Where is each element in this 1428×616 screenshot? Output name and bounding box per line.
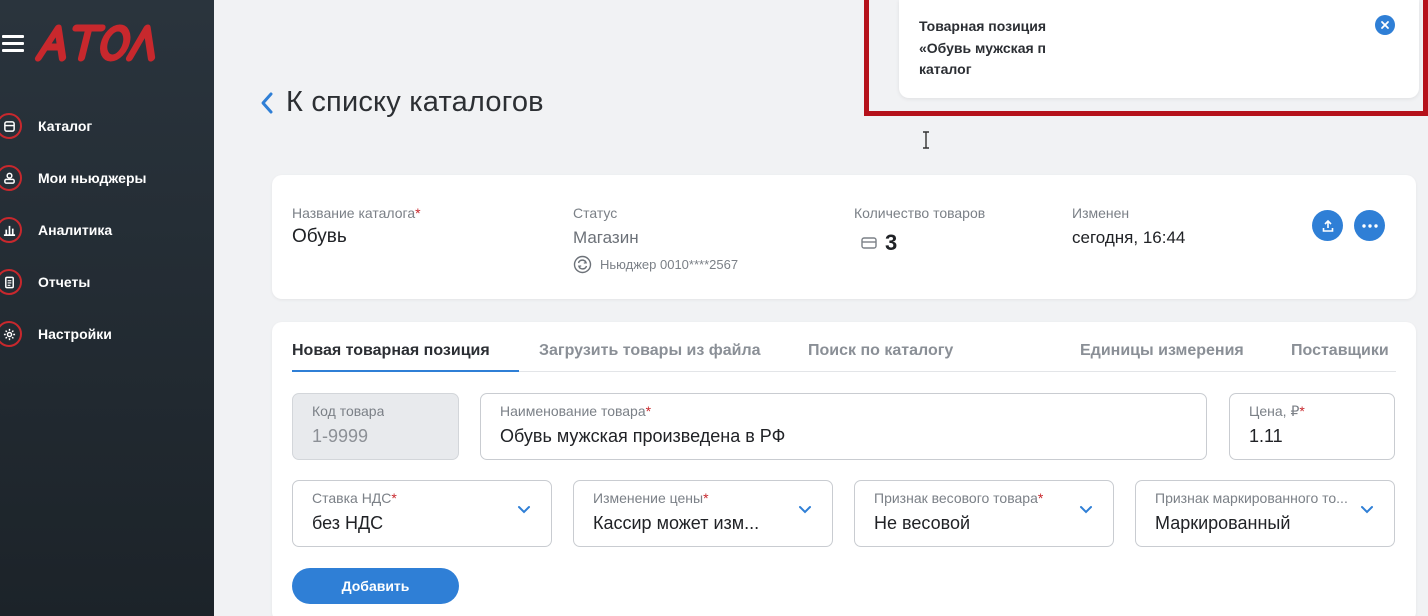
new-item-form-card: Новая товарная позиция Загрузить товары … (272, 322, 1416, 616)
weight-label-text: Признак весового товара (874, 490, 1038, 506)
catalog-summary-card: Название каталога* Обувь Статус Магазин … (272, 175, 1416, 299)
vat-value: без НДС (312, 513, 384, 533)
changed-value: сегодня, 16:44 (1072, 228, 1186, 247)
toast-line: каталог (919, 61, 972, 77)
tab-new-item[interactable]: Новая товарная позиция (292, 342, 490, 360)
chevron-down-icon (799, 506, 811, 514)
atol-logo (34, 24, 156, 62)
device-text: Ньюджер 0010****2567 (600, 257, 739, 272)
tab-suppliers[interactable]: Поставщики (1291, 342, 1389, 360)
status-value: Магазин (573, 228, 639, 247)
product-name-input[interactable]: Наименование товара* Обувь мужская произ… (480, 393, 1207, 460)
chevron-down-icon (518, 506, 530, 514)
catalog-name-value: Обувь (292, 226, 347, 247)
upload-icon (1322, 219, 1333, 232)
weight-select[interactable]: Признак весового товара* Не весовой (854, 480, 1114, 547)
gear-icon (0, 321, 22, 347)
document-icon (0, 269, 22, 295)
required-mark: * (415, 205, 421, 221)
sidebar-nav: Каталог Мои ньюджеры Аналитика Отчеты На… (0, 100, 214, 360)
vat-label: Ставка НДС* (312, 490, 397, 506)
required-mark: * (391, 490, 397, 506)
catalog-name-label-text: Название каталога (292, 205, 416, 221)
required-mark: * (703, 490, 709, 506)
count-row: 3 (860, 230, 897, 256)
sync-icon (573, 255, 592, 274)
price-change-label-text: Изменение цены (593, 490, 704, 506)
sidebar-item-settings[interactable]: Настройки (0, 308, 214, 360)
toast-line: «Обувь мужская п (919, 39, 1046, 56)
weight-label: Признак весового товара* (874, 490, 1043, 506)
toast-close-button[interactable] (1375, 15, 1395, 35)
count-label: Количество товаров (854, 205, 986, 221)
catalog-name-label: Название каталога* (292, 205, 421, 221)
tabs: Новая товарная позиция Загрузить товары … (292, 342, 1396, 372)
changed-label: Изменен (1072, 205, 1130, 221)
export-button[interactable] (1312, 210, 1343, 241)
sidebar-item-label: Настройки (38, 326, 112, 342)
sidebar-item-reports[interactable]: Отчеты (0, 256, 214, 308)
toast-notification: Товарная позиция «Обувь мужская п катало… (899, 0, 1419, 98)
marked-select[interactable]: Признак маркированного то... Маркированн… (1135, 480, 1395, 547)
tab-catalog-search[interactable]: Поиск по каталогу (808, 342, 953, 360)
count-value: 3 (885, 230, 898, 255)
menu-icon[interactable] (2, 35, 24, 53)
text-cursor-icon (923, 131, 929, 149)
add-button[interactable]: Добавить (292, 568, 459, 604)
page-title: К списку каталогов (286, 86, 544, 118)
back-to-catalogs-link[interactable]: К списку каталогов (258, 86, 544, 119)
vat-label-text: Ставка НДС (312, 490, 392, 506)
marked-label: Признак маркированного то... (1155, 490, 1348, 506)
catalog-icon (861, 237, 877, 249)
user-device-icon (0, 165, 22, 191)
product-code-label: Код товара (312, 403, 385, 419)
tab-upload-file[interactable]: Загрузить товары из файла (539, 342, 761, 360)
product-code-field: Код товара 1-9999 (292, 393, 459, 460)
sidebar-item-label: Аналитика (38, 222, 113, 238)
required-mark: * (645, 403, 652, 419)
vat-select[interactable]: Ставка НДС* без НДС (292, 480, 552, 547)
weight-value: Не весовой (874, 513, 971, 533)
sidebar: Каталог Мои ньюджеры Аналитика Отчеты На… (0, 0, 214, 616)
chevron-down-icon (1080, 506, 1092, 514)
marked-value: Маркированный (1155, 513, 1291, 533)
product-code-value: 1-9999 (312, 426, 369, 446)
bar-chart-icon (0, 217, 22, 243)
price-change-select[interactable]: Изменение цены* Кассир может изм... (573, 480, 833, 547)
sidebar-item-label: Каталог (38, 118, 93, 134)
product-name-label: Наименование товара* (500, 403, 651, 419)
chevron-left-icon (261, 92, 273, 113)
price-change-label: Изменение цены* (593, 490, 709, 506)
price-label-text: Цена, ₽ (1249, 403, 1300, 419)
device-info: Ньюджер 0010****2567 (573, 255, 738, 274)
active-tab-indicator (292, 370, 519, 372)
sidebar-item-catalog[interactable]: Каталог (0, 100, 214, 152)
sidebar-item-analytics[interactable]: Аналитика (0, 204, 214, 256)
chevron-down-icon (1361, 506, 1373, 514)
required-mark: * (1037, 490, 1044, 506)
price-value: 1.11 (1249, 426, 1283, 446)
close-icon (1381, 21, 1389, 29)
price-change-value: Кассир может изм... (593, 513, 760, 533)
more-options-button[interactable] (1354, 210, 1385, 241)
catalog-icon (0, 113, 22, 139)
required-mark: * (1299, 403, 1305, 419)
sidebar-item-devices[interactable]: Мои ньюджеры (0, 152, 214, 204)
toast-message: Товарная позиция «Обувь мужская п катало… (919, 16, 1069, 81)
status-label: Статус (573, 205, 618, 221)
more-icon (1361, 223, 1378, 228)
sidebar-item-label: Отчеты (38, 274, 91, 290)
tab-units[interactable]: Единицы измерения (1080, 342, 1244, 360)
toast-line: Товарная позиция (919, 18, 1047, 34)
product-name-label-text: Наименование товара (500, 403, 646, 419)
product-name-value: Обувь мужская произведена в РФ (500, 426, 786, 446)
sidebar-item-label: Мои ньюджеры (38, 170, 147, 186)
price-input[interactable]: Цена, ₽* 1.11 (1229, 393, 1395, 460)
price-label: Цена, ₽* (1249, 403, 1305, 420)
